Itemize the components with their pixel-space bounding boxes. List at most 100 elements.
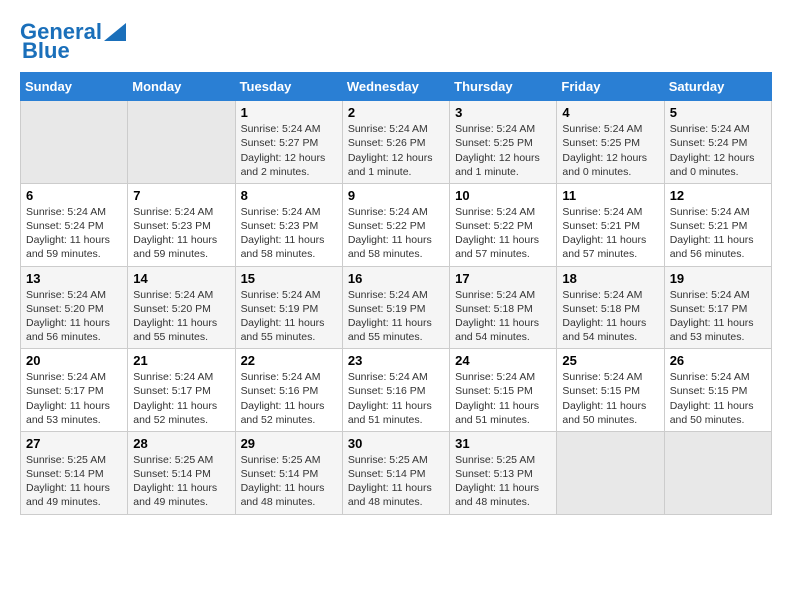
- cell-content: Sunrise: 5:24 AMSunset: 5:24 PMDaylight:…: [26, 205, 122, 262]
- calendar-cell: 21 Sunrise: 5:24 AMSunset: 5:17 PMDayligh…: [128, 349, 235, 432]
- calendar-cell: 13Sunrise: 5:24 AMSunset: 5:20 PMDayligh…: [21, 266, 128, 349]
- day-number: 7: [133, 188, 229, 203]
- cell-content: Sunrise: 5:24 AMSunset: 5:26 PMDaylight:…: [348, 122, 444, 179]
- calendar-cell: 1 Sunrise: 5:24 AMSunset: 5:27 PMDaylight…: [235, 101, 342, 184]
- header-friday: Friday: [557, 73, 664, 101]
- calendar-cell: 2 Sunrise: 5:24 AMSunset: 5:26 PMDaylight…: [342, 101, 449, 184]
- calendar-week-row: 6 Sunrise: 5:24 AMSunset: 5:24 PMDaylight…: [21, 183, 772, 266]
- day-number: 2: [348, 105, 444, 120]
- cell-content: Sunrise: 5:24 AMSunset: 5:24 PMDaylight:…: [670, 122, 766, 179]
- cell-content: Sunrise: 5:24 AMSunset: 5:15 PMDaylight:…: [455, 370, 551, 427]
- day-number: 10: [455, 188, 551, 203]
- day-number: 8: [241, 188, 337, 203]
- day-number: 12: [670, 188, 766, 203]
- calendar-cell: 9 Sunrise: 5:24 AMSunset: 5:22 PMDaylight…: [342, 183, 449, 266]
- day-number: 11: [562, 188, 658, 203]
- calendar-cell: [21, 101, 128, 184]
- calendar-cell: 18 Sunrise: 5:24 AMSunset: 5:18 PMDayligh…: [557, 266, 664, 349]
- cell-content: Sunrise: 5:25 AMSunset: 5:13 PMDaylight:…: [455, 453, 551, 510]
- calendar-cell: 16Sunrise: 5:24 AMSunset: 5:19 PMDayligh…: [342, 266, 449, 349]
- calendar-cell: 28 Sunrise: 5:25 AMSunset: 5:14 PMDayligh…: [128, 431, 235, 514]
- calendar-cell: 24 Sunrise: 5:24 AMSunset: 5:15 PMDayligh…: [450, 349, 557, 432]
- cell-content: Sunrise: 5:24 AMSunset: 5:25 PMDaylight:…: [455, 122, 551, 179]
- cell-content: Sunrise: 5:25 AMSunset: 5:14 PMDaylight:…: [133, 453, 229, 510]
- cell-content: Sunrise: 5:24 AMSunset: 5:23 PMDaylight:…: [133, 205, 229, 262]
- day-number: 25: [562, 353, 658, 368]
- day-number: 6: [26, 188, 122, 203]
- cell-content: Sunrise: 5:24 AMSunset: 5:17 PMDaylight:…: [670, 288, 766, 345]
- calendar-week-row: 1 Sunrise: 5:24 AMSunset: 5:27 PMDaylight…: [21, 101, 772, 184]
- calendar-week-row: 20 Sunrise: 5:24 AMSunset: 5:17 PMDayligh…: [21, 349, 772, 432]
- day-number: 30: [348, 436, 444, 451]
- calendar-cell: 31 Sunrise: 5:25 AMSunset: 5:13 PMDayligh…: [450, 431, 557, 514]
- cell-content: Sunrise: 5:24 AMSunset: 5:15 PMDaylight:…: [670, 370, 766, 427]
- cell-content: Sunrise: 5:24 AMSunset: 5:19 PMDaylight:…: [241, 288, 337, 345]
- calendar-cell: 6 Sunrise: 5:24 AMSunset: 5:24 PMDaylight…: [21, 183, 128, 266]
- day-number: 20: [26, 353, 122, 368]
- header-saturday: Saturday: [664, 73, 771, 101]
- day-number: 15: [241, 271, 337, 286]
- day-number: 18: [562, 271, 658, 286]
- day-number: 26: [670, 353, 766, 368]
- day-number: 24: [455, 353, 551, 368]
- calendar-cell: 19 Sunrise: 5:24 AMSunset: 5:17 PMDayligh…: [664, 266, 771, 349]
- day-number: 31: [455, 436, 551, 451]
- day-number: 19: [670, 271, 766, 286]
- cell-content: Sunrise: 5:24 AMSunset: 5:18 PMDaylight:…: [455, 288, 551, 345]
- cell-content: Sunrise: 5:24 AMSunset: 5:25 PMDaylight:…: [562, 122, 658, 179]
- calendar-cell: 17 Sunrise: 5:24 AMSunset: 5:18 PMDayligh…: [450, 266, 557, 349]
- day-number: 5: [670, 105, 766, 120]
- calendar-cell: 26 Sunrise: 5:24 AMSunset: 5:15 PMDayligh…: [664, 349, 771, 432]
- calendar-header-row: SundayMondayTuesdayWednesdayThursdayFrid…: [21, 73, 772, 101]
- calendar-cell: 8 Sunrise: 5:24 AMSunset: 5:23 PMDaylight…: [235, 183, 342, 266]
- header-tuesday: Tuesday: [235, 73, 342, 101]
- cell-content: Sunrise: 5:24 AMSunset: 5:27 PMDaylight:…: [241, 122, 337, 179]
- calendar-cell: 27 Sunrise: 5:25 AMSunset: 5:14 PMDayligh…: [21, 431, 128, 514]
- calendar-cell: 4Sunrise: 5:24 AMSunset: 5:25 PMDaylight…: [557, 101, 664, 184]
- cell-content: Sunrise: 5:24 AMSunset: 5:17 PMDaylight:…: [133, 370, 229, 427]
- logo-line2: Blue: [20, 40, 70, 62]
- calendar-cell: 23Sunrise: 5:24 AMSunset: 5:16 PMDayligh…: [342, 349, 449, 432]
- cell-content: Sunrise: 5:24 AMSunset: 5:21 PMDaylight:…: [670, 205, 766, 262]
- calendar-cell: 22 Sunrise: 5:24 AMSunset: 5:16 PMDayligh…: [235, 349, 342, 432]
- calendar-week-row: 27 Sunrise: 5:25 AMSunset: 5:14 PMDayligh…: [21, 431, 772, 514]
- cell-content: Sunrise: 5:24 AMSunset: 5:18 PMDaylight:…: [562, 288, 658, 345]
- day-number: 28: [133, 436, 229, 451]
- day-number: 27: [26, 436, 122, 451]
- day-number: 29: [241, 436, 337, 451]
- cell-content: Sunrise: 5:24 AMSunset: 5:20 PMDaylight:…: [133, 288, 229, 345]
- page-header: General Blue: [20, 20, 772, 62]
- cell-content: Sunrise: 5:24 AMSunset: 5:22 PMDaylight:…: [455, 205, 551, 262]
- cell-content: Sunrise: 5:24 AMSunset: 5:16 PMDaylight:…: [241, 370, 337, 427]
- calendar-cell: 5 Sunrise: 5:24 AMSunset: 5:24 PMDaylight…: [664, 101, 771, 184]
- cell-content: Sunrise: 5:24 AMSunset: 5:17 PMDaylight:…: [26, 370, 122, 427]
- day-number: 9: [348, 188, 444, 203]
- cell-content: Sunrise: 5:24 AMSunset: 5:16 PMDaylight:…: [348, 370, 444, 427]
- day-number: 17: [455, 271, 551, 286]
- day-number: 21: [133, 353, 229, 368]
- calendar-cell: 25Sunrise: 5:24 AMSunset: 5:15 PMDayligh…: [557, 349, 664, 432]
- calendar-cell: [664, 431, 771, 514]
- calendar-cell: 29 Sunrise: 5:25 AMSunset: 5:14 PMDayligh…: [235, 431, 342, 514]
- header-wednesday: Wednesday: [342, 73, 449, 101]
- cell-content: Sunrise: 5:24 AMSunset: 5:21 PMDaylight:…: [562, 205, 658, 262]
- calendar-cell: 12 Sunrise: 5:24 AMSunset: 5:21 PMDayligh…: [664, 183, 771, 266]
- cell-content: Sunrise: 5:24 AMSunset: 5:23 PMDaylight:…: [241, 205, 337, 262]
- logo: General Blue: [20, 20, 126, 62]
- cell-content: Sunrise: 5:25 AMSunset: 5:14 PMDaylight:…: [348, 453, 444, 510]
- calendar-cell: 11 Sunrise: 5:24 AMSunset: 5:21 PMDayligh…: [557, 183, 664, 266]
- day-number: 13: [26, 271, 122, 286]
- day-number: 3: [455, 105, 551, 120]
- cell-content: Sunrise: 5:25 AMSunset: 5:14 PMDaylight:…: [26, 453, 122, 510]
- calendar-cell: 15 Sunrise: 5:24 AMSunset: 5:19 PMDayligh…: [235, 266, 342, 349]
- day-number: 14: [133, 271, 229, 286]
- calendar-cell: [128, 101, 235, 184]
- cell-content: Sunrise: 5:25 AMSunset: 5:14 PMDaylight:…: [241, 453, 337, 510]
- calendar-table: SundayMondayTuesdayWednesdayThursdayFrid…: [20, 72, 772, 514]
- calendar-cell: 14 Sunrise: 5:24 AMSunset: 5:20 PMDayligh…: [128, 266, 235, 349]
- cell-content: Sunrise: 5:24 AMSunset: 5:19 PMDaylight:…: [348, 288, 444, 345]
- day-number: 1: [241, 105, 337, 120]
- calendar-cell: 30 Sunrise: 5:25 AMSunset: 5:14 PMDayligh…: [342, 431, 449, 514]
- cell-content: Sunrise: 5:24 AMSunset: 5:22 PMDaylight:…: [348, 205, 444, 262]
- day-number: 22: [241, 353, 337, 368]
